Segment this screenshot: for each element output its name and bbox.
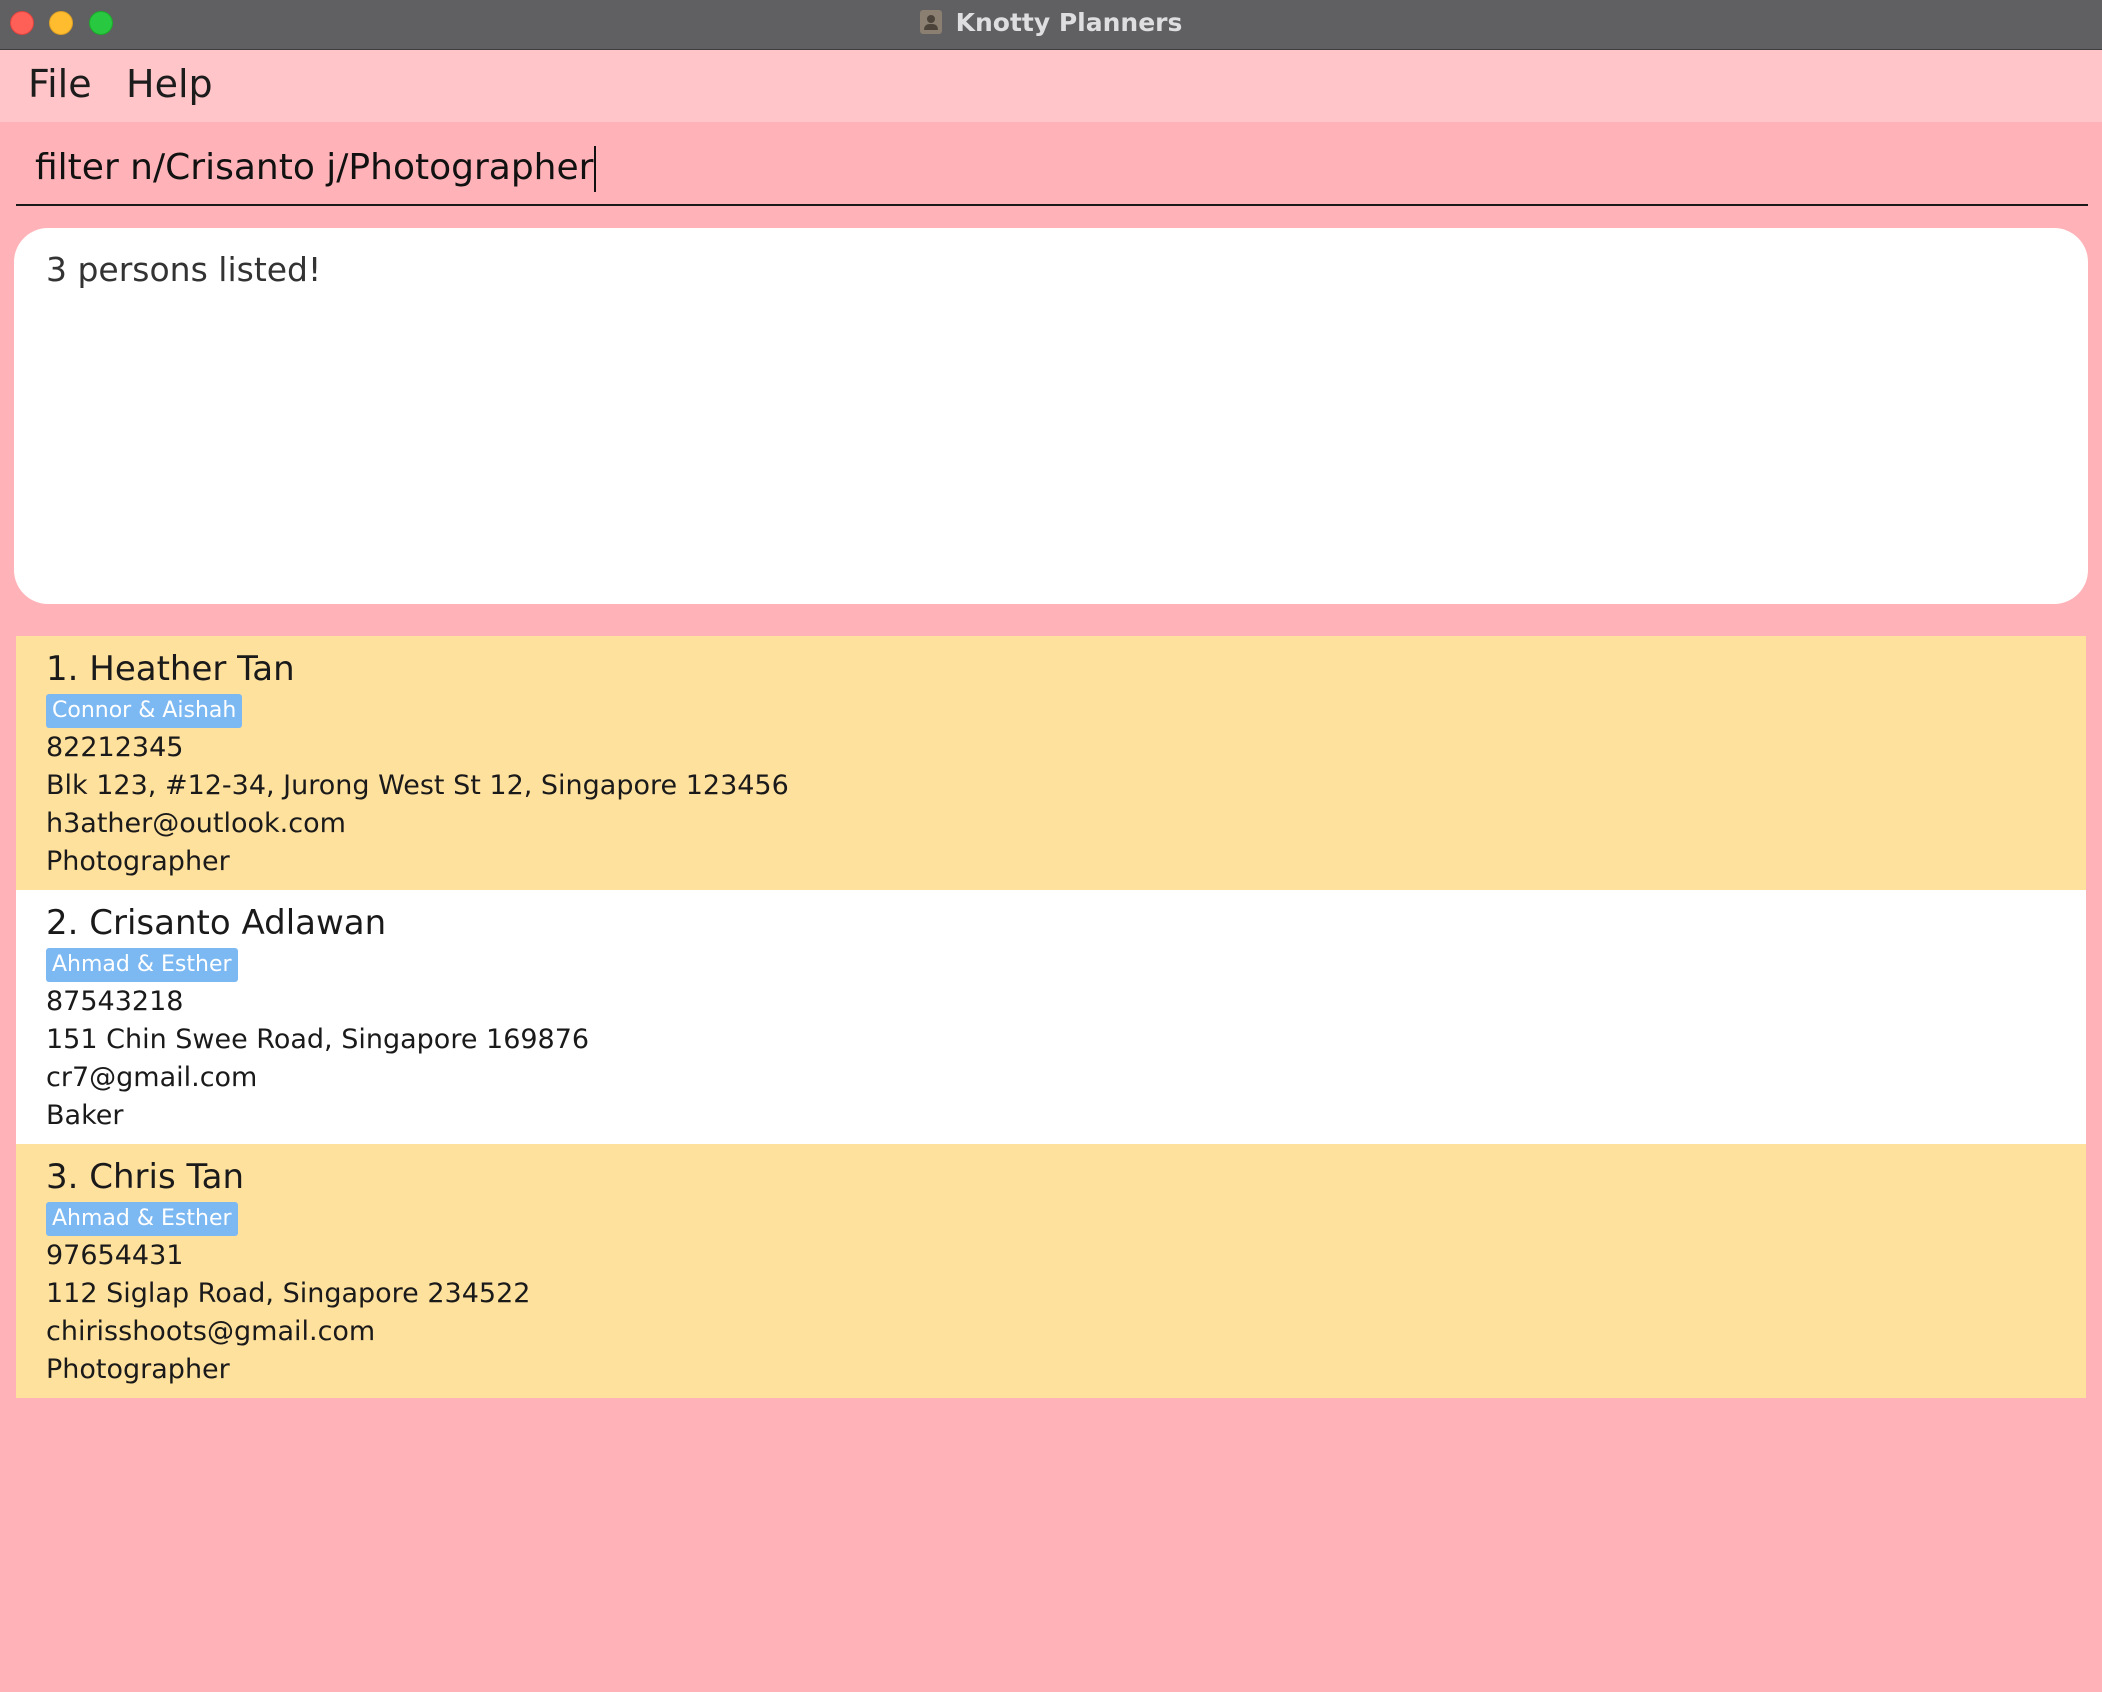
- person-card[interactable]: 2. Crisanto Adlawan Ahmad & Esther 87543…: [16, 890, 2086, 1144]
- person-job: Baker: [46, 1100, 124, 1131]
- person-phone: 87543218: [46, 986, 184, 1017]
- result-message: 3 persons listed!: [46, 250, 322, 289]
- person-name: 3. Chris Tan: [46, 1157, 245, 1197]
- wedding-tag: Ahmad & Esther: [46, 1202, 238, 1236]
- person-card[interactable]: 3. Chris Tan Ahmad & Esther 97654431 112…: [16, 1144, 2086, 1398]
- window-titlebar: Knotty Planners: [0, 0, 2102, 50]
- command-input-text[interactable]: filter n/Crisanto j/Photographer: [35, 146, 597, 192]
- wedding-tag: Connor & Aishah: [46, 694, 243, 728]
- person-name: 1. Heather Tan: [46, 649, 295, 689]
- window-title-area: Knotty Planners: [0, 0, 2102, 44]
- command-value: filter n/Crisanto j/Photographer: [35, 147, 594, 188]
- person-card[interactable]: 1. Heather Tan Connor & Aishah 82212345 …: [16, 636, 2086, 890]
- contacts-icon: [919, 10, 942, 34]
- person-address: 112 Siglap Road, Singapore 234522: [46, 1278, 531, 1309]
- result-display: 3 persons listed!: [14, 228, 2088, 604]
- person-job: Photographer: [46, 846, 230, 877]
- person-phone: 97654431: [46, 1240, 184, 1271]
- window-title: Knotty Planners: [955, 7, 1183, 37]
- person-name: 2. Crisanto Adlawan: [46, 903, 387, 943]
- person-phone: 82212345: [46, 732, 184, 763]
- person-email: cr7@gmail.com: [46, 1062, 258, 1093]
- person-address: 151 Chin Swee Road, Singapore 169876: [46, 1024, 590, 1055]
- menu-help[interactable]: Help: [126, 62, 213, 106]
- command-input[interactable]: filter n/Crisanto j/Photographer: [16, 140, 2088, 206]
- person-address: Blk 123, #12-34, Jurong West St 12, Sing…: [46, 770, 789, 801]
- person-list[interactable]: 1. Heather Tan Connor & Aishah 82212345 …: [16, 636, 2086, 1398]
- person-job: Photographer: [46, 1354, 230, 1385]
- menu-bar: File Help: [0, 50, 2102, 122]
- person-email: chirisshoots@gmail.com: [46, 1316, 376, 1347]
- person-email: h3ather@outlook.com: [46, 808, 346, 839]
- menu-file[interactable]: File: [28, 62, 92, 106]
- wedding-tag: Ahmad & Esther: [46, 948, 238, 982]
- text-cursor: [594, 146, 597, 192]
